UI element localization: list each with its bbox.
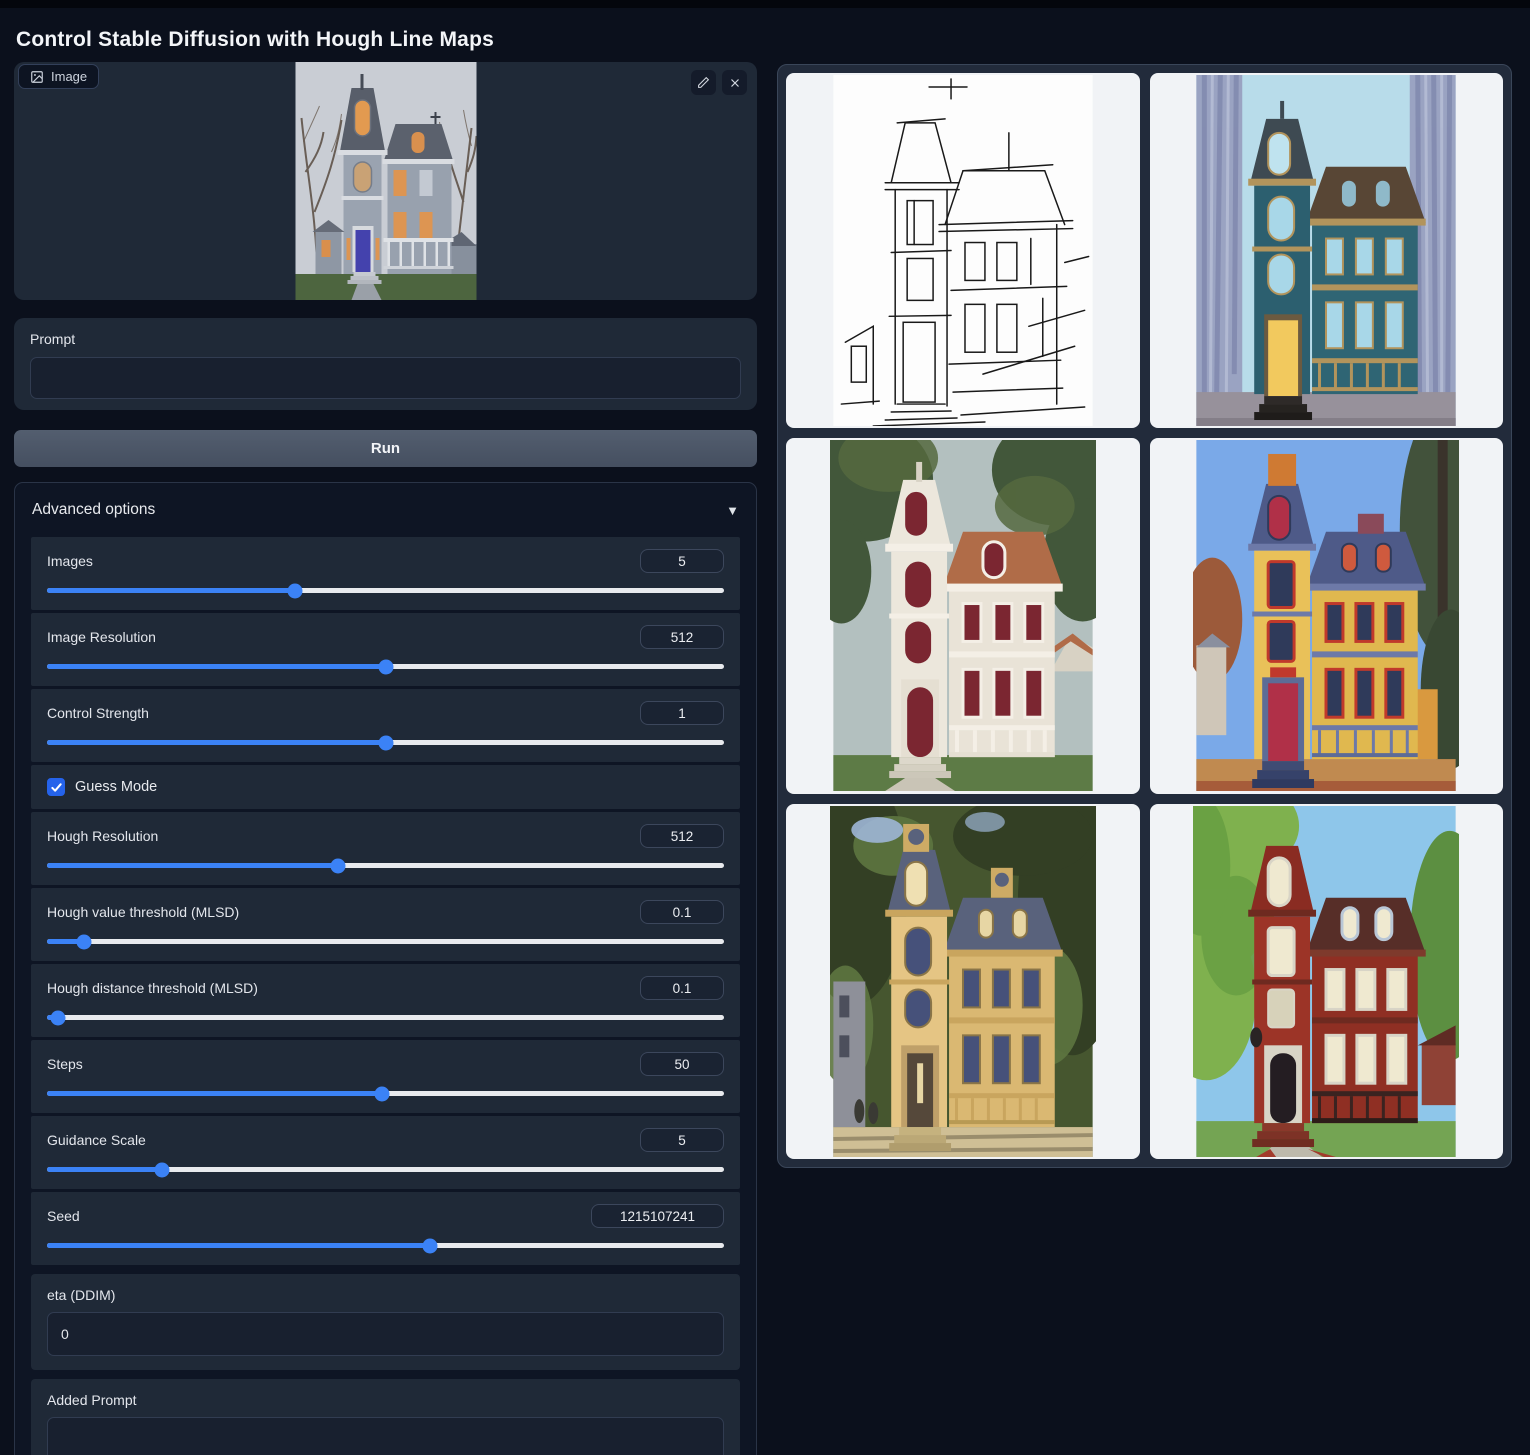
slider-row-hough-resolution: Hough Resolution 512 <box>31 812 740 885</box>
hough-line-map-image <box>830 75 1096 426</box>
added-prompt-block: Added Prompt <box>31 1379 740 1455</box>
slider-label: Hough Resolution <box>47 828 158 844</box>
eta-block: eta (DDIM) <box>31 1274 740 1370</box>
slider-value-input[interactable]: 0.1 <box>640 976 724 1000</box>
uploaded-image[interactable] <box>295 62 476 300</box>
clear-image-button[interactable] <box>722 70 747 95</box>
slider-track[interactable] <box>47 1015 724 1020</box>
close-icon <box>729 77 741 89</box>
slider-thumb[interactable] <box>155 1162 170 1177</box>
slider-value-input[interactable]: 50 <box>640 1052 724 1076</box>
guess-mode-checkbox[interactable] <box>47 778 65 796</box>
slider-label: Seed <box>47 1208 80 1224</box>
image-upload-panel[interactable]: Image <box>14 62 757 300</box>
generated-yellow-blue-victorian-image <box>1193 440 1459 791</box>
slider-thumb[interactable] <box>288 583 303 598</box>
prompt-label: Prompt <box>30 331 741 347</box>
gallery-item-generated-4[interactable] <box>786 804 1140 1159</box>
generated-white-victorian-image <box>830 440 1096 791</box>
gallery-item-generated-3[interactable] <box>1150 438 1504 793</box>
slider-track[interactable] <box>47 664 724 669</box>
advanced-options-header[interactable]: Advanced options ▼ <box>15 483 756 537</box>
result-gallery <box>777 64 1512 1168</box>
slider-row-control-strength: Control Strength 1 <box>31 689 740 762</box>
edit-image-button[interactable] <box>691 70 716 95</box>
slider-label: Images <box>47 553 93 569</box>
pencil-icon <box>697 76 710 89</box>
guess-mode-label[interactable]: Guess Mode <box>75 779 157 795</box>
guess-mode-row: Guess Mode <box>31 765 740 809</box>
eta-input[interactable] <box>47 1312 724 1356</box>
slider-value-input[interactable]: 0.1 <box>640 900 724 924</box>
slider-row-guidance-scale: Guidance Scale 5 <box>31 1116 740 1189</box>
added-prompt-input[interactable] <box>47 1417 724 1455</box>
victorian-house-photo <box>295 62 476 300</box>
gallery-item-generated-5[interactable] <box>1150 804 1504 1159</box>
top-strip <box>0 0 1530 8</box>
prompt-block: Prompt <box>14 318 757 410</box>
slider-value-input[interactable]: 5 <box>640 1128 724 1152</box>
slider-thumb[interactable] <box>422 1238 437 1253</box>
page-title: Control Stable Diffusion with Hough Line… <box>16 28 494 52</box>
slider-row-image-resolution: Image Resolution 512 <box>31 613 740 686</box>
slider-label: Steps <box>47 1056 83 1072</box>
check-icon <box>51 782 62 793</box>
slider-value-input[interactable]: 1 <box>640 701 724 725</box>
slider-row-hough-distance-threshold: Hough distance threshold (MLSD) 0.1 <box>31 964 740 1037</box>
slider-label: Guidance Scale <box>47 1132 146 1148</box>
slider-label: Control Strength <box>47 705 149 721</box>
slider-value-input[interactable]: 512 <box>640 824 724 848</box>
slider-track[interactable] <box>47 863 724 868</box>
slider-track[interactable] <box>47 1091 724 1096</box>
slider-label: Hough distance threshold (MLSD) <box>47 980 258 996</box>
slider-thumb[interactable] <box>378 659 393 674</box>
slider-thumb[interactable] <box>375 1086 390 1101</box>
image-label-badge: Image <box>18 64 99 89</box>
slider-value-input[interactable]: 1215107241 <box>591 1204 724 1228</box>
controls-column: Image <box>14 62 757 1455</box>
run-button-label: Run <box>371 440 400 457</box>
gallery-item-generated-1[interactable] <box>1150 73 1504 428</box>
slider-thumb[interactable] <box>76 934 91 949</box>
image-icon <box>30 70 44 84</box>
generated-red-brick-victorian-image <box>1193 806 1459 1157</box>
advanced-options-title: Advanced options <box>32 501 155 519</box>
app-page: Control Stable Diffusion with Hough Line… <box>0 0 1530 1455</box>
run-button[interactable]: Run <box>14 430 757 467</box>
slider-label: Image Resolution <box>47 629 156 645</box>
slider-thumb[interactable] <box>50 1010 65 1025</box>
generated-teal-victorian-image <box>1193 75 1459 426</box>
eta-label: eta (DDIM) <box>47 1287 724 1303</box>
slider-label: Hough value threshold (MLSD) <box>47 904 239 920</box>
image-toolbar <box>691 70 747 95</box>
advanced-options-content: Images 5 Image Resolution 512 Control St… <box>15 537 756 1455</box>
slider-track[interactable] <box>47 740 724 745</box>
slider-row-seed: Seed 1215107241 <box>31 1192 740 1265</box>
slider-value-input[interactable]: 5 <box>640 549 724 573</box>
prompt-input[interactable] <box>30 357 741 399</box>
slider-row-hough-value-threshold: Hough value threshold (MLSD) 0.1 <box>31 888 740 961</box>
advanced-options-accordion: Advanced options ▼ Images 5 Image Resolu… <box>14 482 757 1455</box>
slider-row-images: Images 5 <box>31 537 740 610</box>
image-label: Image <box>51 69 87 84</box>
slider-value-input[interactable]: 512 <box>640 625 724 649</box>
slider-track[interactable] <box>47 1243 724 1248</box>
slider-track[interactable] <box>47 1167 724 1172</box>
slider-track[interactable] <box>47 588 724 593</box>
slider-track[interactable] <box>47 939 724 944</box>
slider-thumb[interactable] <box>331 858 346 873</box>
slider-row-steps: Steps 50 <box>31 1040 740 1113</box>
chevron-down-icon: ▼ <box>726 503 739 518</box>
generated-golden-victorian-image <box>830 806 1096 1157</box>
gallery-item-generated-2[interactable] <box>786 438 1140 793</box>
gallery-item-hough-line-map[interactable] <box>786 73 1140 428</box>
added-prompt-label: Added Prompt <box>47 1392 724 1408</box>
slider-thumb[interactable] <box>378 735 393 750</box>
